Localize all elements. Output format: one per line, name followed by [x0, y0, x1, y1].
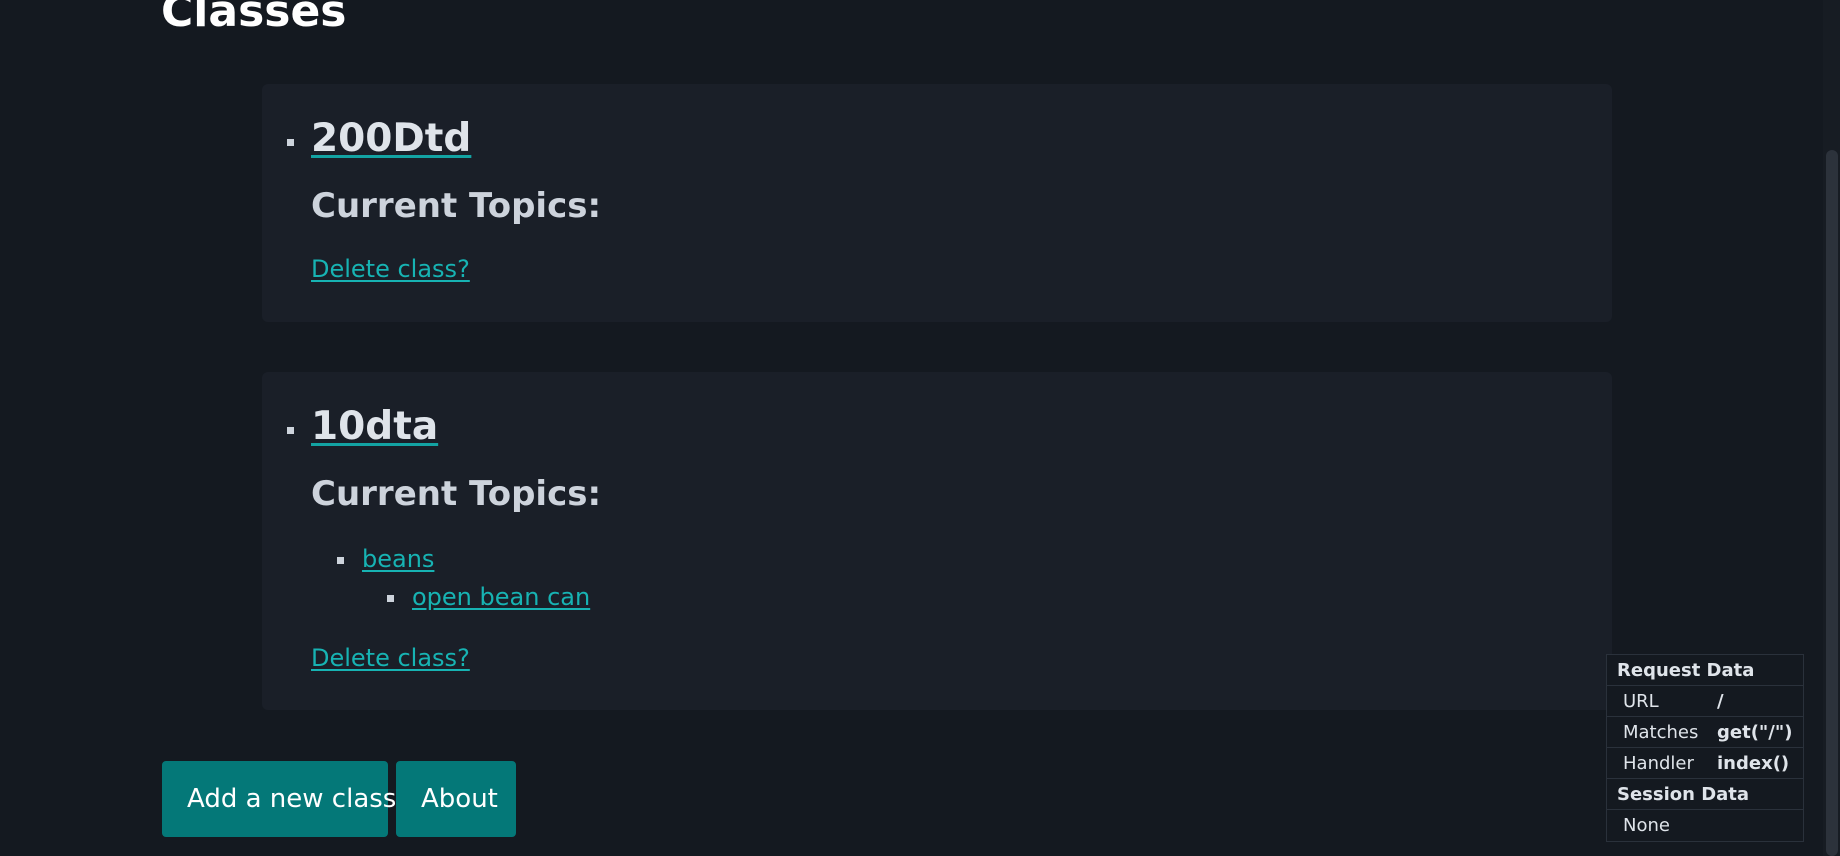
debug-key: Handler [1623, 753, 1694, 774]
class-card: 10dta Current Topics: beans open bean ca… [262, 372, 1612, 710]
debug-key: URL [1623, 691, 1659, 712]
debug-session-header: Session Data [1617, 784, 1750, 805]
debug-row-url: URL / [1607, 686, 1803, 717]
topics-heading: Current Topics: [311, 186, 602, 226]
scrollbar-thumb[interactable] [1826, 150, 1838, 856]
debug-value: get("/") [1717, 722, 1793, 743]
debug-value: / [1717, 691, 1724, 712]
subtopic-link[interactable]: open bean can [412, 582, 590, 612]
page-title: Classes [161, 0, 347, 37]
class-card: 200Dtd Current Topics: Delete class? [262, 84, 1612, 322]
list-bullet [387, 595, 394, 602]
debug-value: index() [1717, 753, 1790, 774]
list-bullet [287, 139, 294, 146]
topics-heading: Current Topics: [311, 474, 602, 514]
delete-class-link[interactable]: Delete class? [311, 643, 470, 673]
debug-request-header-row: Request Data [1607, 655, 1803, 686]
debug-row-handler: Handler index() [1607, 748, 1803, 779]
delete-class-link[interactable]: Delete class? [311, 254, 470, 284]
scrollbar[interactable] [1823, 0, 1840, 856]
list-bullet [337, 557, 344, 564]
about-button[interactable]: About [396, 761, 516, 837]
debug-key: None [1623, 815, 1670, 836]
debug-row-session: None [1607, 810, 1803, 841]
page: Classes 200Dtd Current Topics: Delete cl… [0, 0, 1840, 856]
list-bullet [287, 427, 294, 434]
add-class-button[interactable]: Add a new class [162, 761, 396, 837]
class-name-link[interactable]: 10dta [311, 404, 438, 450]
class-name-link[interactable]: 200Dtd [311, 116, 471, 162]
debug-request-header: Request Data [1617, 660, 1755, 681]
debug-row-matches: Matches get("/") [1607, 717, 1803, 748]
topic-link[interactable]: beans [362, 544, 434, 574]
debug-panel: Request Data URL / Matches get("/") Hand… [1606, 654, 1804, 842]
debug-session-header-row: Session Data [1607, 779, 1803, 810]
debug-key: Matches [1623, 722, 1699, 743]
